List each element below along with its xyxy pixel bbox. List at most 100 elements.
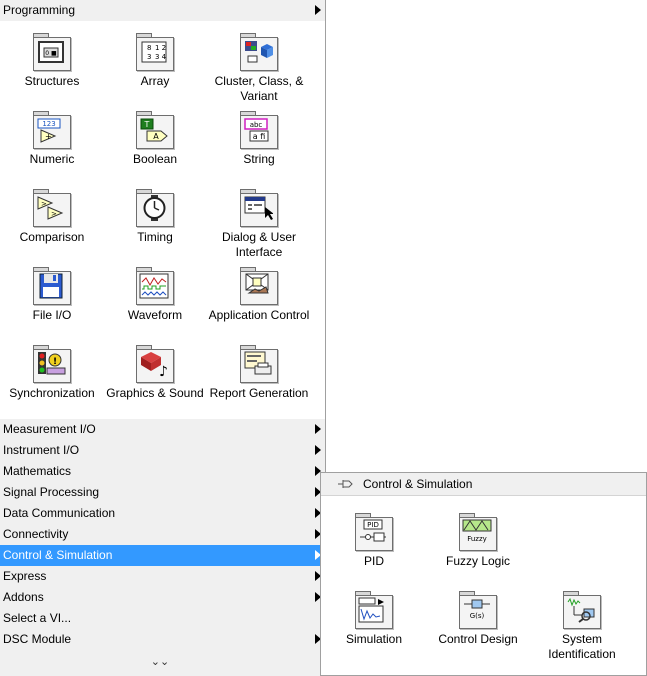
floppy-disk-icon [33, 267, 71, 305]
tile-structures[interactable]: 0 ■ Structures [0, 33, 104, 89]
tile-application-control[interactable]: Application Control [207, 267, 311, 323]
tile-string[interactable]: abc a fi String [207, 111, 311, 167]
menu-item-label: Mathematics [3, 464, 72, 478]
menu-item-control-simulation[interactable]: Control & Simulation [0, 545, 325, 566]
tile-label: Waveform [127, 308, 183, 322]
fuzzy-logic-icon: Fuzzy [459, 513, 497, 551]
svg-text:3: 3 [147, 53, 151, 61]
tile-numeric[interactable]: 123 + Numeric [0, 111, 104, 167]
application-control-icon [240, 267, 278, 305]
menu-item-label: Express [3, 569, 47, 583]
tile-label: String [243, 152, 275, 166]
menu-item-express[interactable]: Express [0, 566, 325, 587]
tile-label: Fuzzy Logic [445, 554, 511, 568]
menu-item-addons[interactable]: Addons [0, 587, 325, 608]
svg-text:PID: PID [367, 521, 379, 529]
svg-text:G(s): G(s) [470, 612, 485, 620]
tile-label: Structures [24, 74, 80, 88]
system-identification-icon [563, 591, 601, 629]
tile-pid[interactable]: PID PID [322, 513, 426, 569]
control-simulation-subpalette: Control & Simulation PID PID Fuzzy Fuzzy… [320, 472, 647, 676]
tile-label: Graphics & Sound [106, 386, 204, 400]
svg-text:abc: abc [250, 121, 263, 129]
tile-label: Timing [137, 230, 173, 244]
tile-simulation[interactable]: Simulation [322, 591, 426, 647]
tile-label: Boolean [132, 152, 178, 166]
tile-label: Cluster, Class, & Variant [214, 74, 304, 103]
array-icon: 8 1 2 3 3 4 [136, 33, 174, 71]
svg-text:1 2: 1 2 [155, 44, 166, 52]
menu-item-label: Control & Simulation [3, 548, 113, 562]
watch-icon [136, 189, 174, 227]
menu-item-label: Signal Processing [3, 485, 100, 499]
tile-label: Comparison [19, 230, 85, 244]
menu-item-connectivity[interactable]: Connectivity [0, 524, 325, 545]
svg-text:Fuzzy: Fuzzy [467, 535, 487, 543]
tile-cluster-class-variant[interactable]: Cluster, Class, & Variant [207, 33, 311, 104]
tile-system-identification[interactable]: System Identification [530, 591, 634, 662]
subpalette-header: Control & Simulation [321, 473, 646, 496]
palette-header-programming[interactable]: Programming [0, 0, 325, 21]
svg-text:♪: ♪ [159, 364, 168, 377]
svg-text:!: ! [53, 357, 57, 367]
programming-icon-grid: 0 ■ Structures 8 1 2 3 3 4 Array Cluster, C… [0, 21, 325, 419]
svg-text:3 4: 3 4 [155, 53, 167, 61]
report-icon [240, 345, 278, 383]
chevron-right-icon [315, 5, 321, 15]
menu-item-measurement-io[interactable]: Measurement I/O [0, 419, 325, 440]
tile-graphics-sound[interactable]: ♪ Graphics & Sound [103, 345, 207, 401]
svg-text:A: A [153, 132, 159, 141]
control-design-icon: G(s) [459, 591, 497, 629]
cluster-icon [240, 33, 278, 71]
menu-item-label: Instrument I/O [3, 443, 80, 457]
dialog-icon [240, 189, 278, 227]
menu-item-label: Addons [3, 590, 44, 604]
tile-synchronization[interactable]: ! Synchronization [0, 345, 104, 401]
svg-text:123: 123 [42, 120, 55, 128]
tile-fuzzy-logic[interactable]: Fuzzy Fuzzy Logic [426, 513, 530, 569]
tile-array[interactable]: 8 1 2 3 3 4 Array [103, 33, 207, 89]
svg-text:+: + [45, 132, 52, 141]
tile-timing[interactable]: Timing [103, 189, 207, 245]
svg-text:T: T [144, 120, 150, 129]
tile-report-generation[interactable]: Report Generation [207, 345, 311, 401]
tile-dialog-user-interface[interactable]: Dialog & User Interface [207, 189, 311, 260]
menu-item-label: Select a VI... [3, 611, 72, 625]
numeric-icon: 123 + [33, 111, 71, 149]
chevron-right-icon [315, 424, 321, 434]
menu-item-select-a-vi[interactable]: Select a VI... [0, 608, 325, 629]
menu-item-data-communication[interactable]: Data Communication [0, 503, 325, 524]
svg-text:0 ■: 0 ■ [45, 50, 57, 57]
subpalette-title: Control & Simulation [363, 477, 473, 491]
tile-label: Report Generation [209, 386, 309, 400]
tile-file-io[interactable]: File I/O [0, 267, 104, 323]
tile-label: Simulation [345, 632, 403, 646]
menu-item-label: Measurement I/O [3, 422, 96, 436]
tile-label: PID [363, 554, 384, 568]
tile-comparison[interactable]: > > Comparison [0, 189, 104, 245]
pid-icon: PID [355, 513, 393, 551]
tile-boolean[interactable]: TA Boolean [103, 111, 207, 167]
string-icon: abc a fi [240, 111, 278, 149]
simulation-icon [355, 591, 393, 629]
tile-label: Array [140, 74, 170, 88]
svg-text:>: > [51, 210, 57, 218]
tile-waveform[interactable]: Waveform [103, 267, 207, 323]
tile-label: Control Design [438, 632, 518, 646]
menu-item-label: Connectivity [3, 527, 69, 541]
tile-control-design[interactable]: G(s) Control Design [426, 591, 530, 647]
pin-icon[interactable] [337, 478, 353, 490]
menu-item-instrument-io[interactable]: Instrument I/O [0, 440, 325, 461]
tile-label: File I/O [32, 308, 72, 322]
chevron-right-icon [315, 445, 321, 455]
menu-item-signal-processing[interactable]: Signal Processing [0, 482, 325, 503]
graphics-sound-icon: ♪ [136, 345, 174, 383]
boolean-icon: TA [136, 111, 174, 149]
functions-palette: Programming 0 ■ Structures 8 1 2 3 3 4 Arra… [0, 0, 326, 676]
svg-text:8: 8 [147, 44, 151, 52]
scroll-down-icon[interactable]: ⌄⌄ [150, 655, 170, 668]
menu-item-dsc-module[interactable]: DSC Module [0, 629, 325, 650]
tile-label: Application Control [208, 308, 310, 322]
svg-text:>: > [41, 200, 47, 208]
menu-item-mathematics[interactable]: Mathematics [0, 461, 325, 482]
